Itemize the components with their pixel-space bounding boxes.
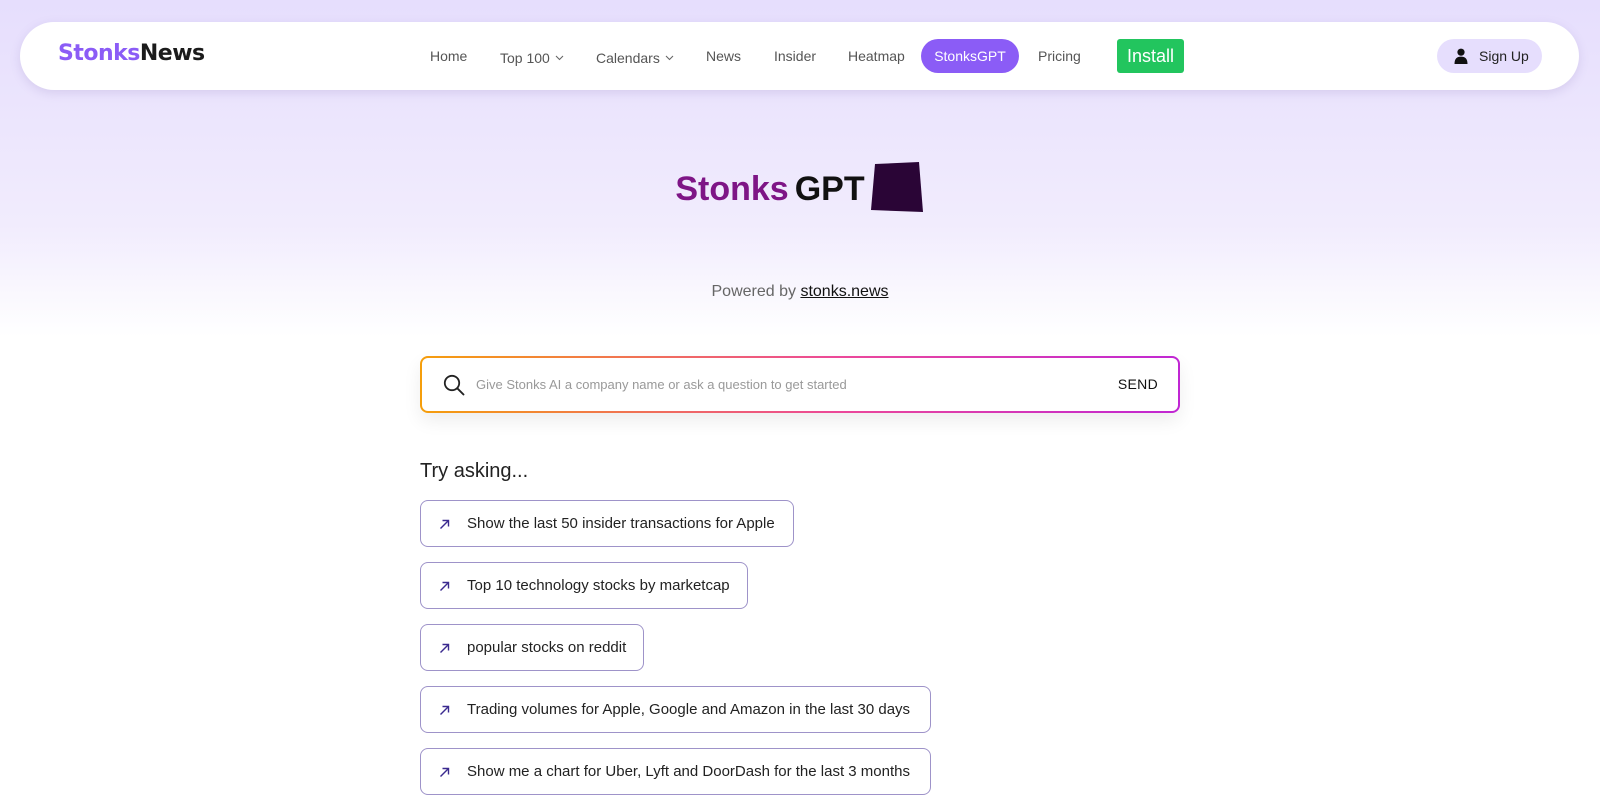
title-part-stonks: Stonks	[675, 170, 789, 208]
suggestion-text: Show the last 50 insider transactions fo…	[467, 515, 775, 532]
nav-stonksgpt-active[interactable]: StonksGPT	[921, 39, 1019, 73]
powered-by-text: Powered by	[711, 283, 797, 300]
suggestion-text: Top 10 technology stocks by marketcap	[467, 577, 730, 594]
user-icon	[1454, 48, 1468, 67]
suggestion-item[interactable]: Show the last 50 insider transactions fo…	[420, 500, 794, 547]
suggestion-item[interactable]: Show me a chart for Uber, Lyft and DoorD…	[420, 748, 931, 795]
suggestion-text: Show me a chart for Uber, Lyft and DoorD…	[467, 763, 910, 780]
nav-insider[interactable]: Insider	[774, 48, 816, 64]
powered-by-line: Powered by stonks.news	[0, 283, 1600, 301]
search-inner: SEND	[422, 358, 1178, 411]
nav-stonksgpt-label: StonksGPT	[934, 48, 1006, 64]
suggestion-item[interactable]: Trading volumes for Apple, Google and Am…	[420, 686, 931, 733]
nav-pricing-label: Pricing	[1038, 48, 1081, 64]
chevron-down-icon	[665, 48, 674, 64]
nav-news-label: News	[706, 48, 742, 64]
nav-home[interactable]: Home	[430, 48, 467, 64]
arrow-up-right-icon	[439, 579, 450, 596]
arrow-up-right-icon	[439, 703, 450, 720]
install-button[interactable]: Install	[1117, 39, 1184, 73]
search-box: SEND	[420, 356, 1180, 413]
send-button[interactable]: SEND	[1118, 376, 1158, 392]
suggestion-text: Trading volumes for Apple, Google and Am…	[467, 701, 911, 718]
arrow-up-right-icon	[439, 517, 450, 534]
nav-insider-label: Insider	[774, 48, 817, 64]
nav-calendars[interactable]: Calendars	[596, 48, 674, 66]
sign-up-button[interactable]: Sign Up	[1437, 39, 1542, 73]
suggestion-text: popular stocks on reddit	[467, 639, 627, 656]
brand-logo[interactable]: StonksNews	[58, 41, 205, 66]
page-title: Stonks GPT	[0, 162, 1600, 223]
nav-pricing[interactable]: Pricing	[1038, 48, 1081, 64]
nav-news[interactable]: News	[706, 48, 741, 64]
arrow-up-right-icon	[439, 641, 450, 658]
stonks-gpt-logo-icon	[870, 162, 925, 223]
install-button-label: Install	[1126, 46, 1175, 66]
nav-home-label: Home	[430, 48, 468, 64]
nav-calendars-label: Calendars	[596, 50, 660, 66]
title-part-gpt: GPT	[794, 170, 865, 208]
suggestion-item[interactable]: popular stocks on reddit	[420, 624, 644, 671]
nav-top100-label: Top 100	[500, 50, 550, 66]
search-icon	[443, 374, 465, 401]
arrow-up-right-icon	[439, 765, 450, 782]
try-asking-heading: Try asking...	[420, 460, 529, 482]
brand-name-part1: Stonks	[58, 41, 140, 66]
chevron-down-icon	[555, 48, 564, 64]
search-input[interactable]	[476, 372, 1076, 396]
top-navbar: StonksNews Home Top 100 Calendars News I…	[20, 22, 1579, 90]
sign-up-label: Sign Up	[1479, 48, 1529, 64]
powered-by-link[interactable]: stonks.news	[800, 283, 888, 300]
nav-heatmap-label: Heatmap	[848, 48, 905, 64]
nav-heatmap[interactable]: Heatmap	[848, 48, 905, 64]
brand-name-part2: News	[139, 41, 205, 66]
nav-top100[interactable]: Top 100	[500, 48, 564, 66]
suggestion-item[interactable]: Top 10 technology stocks by marketcap	[420, 562, 748, 609]
